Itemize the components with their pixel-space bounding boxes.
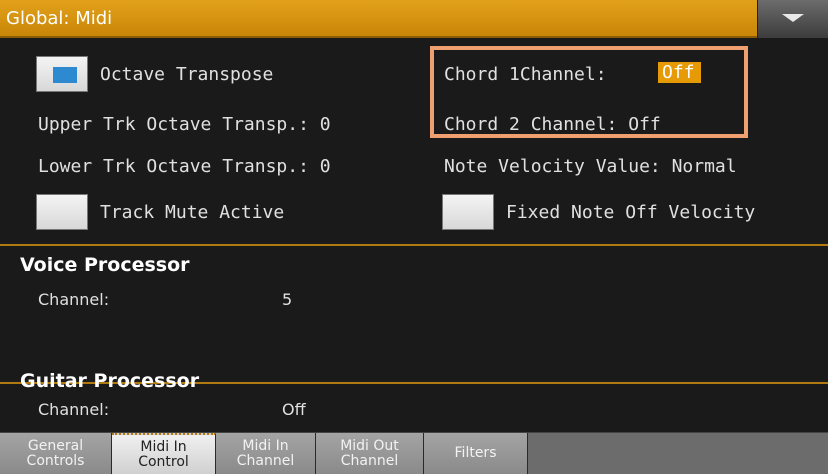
- guitar-processor-channel-label: Channel:: [38, 400, 110, 419]
- fixed-note-off-checkbox[interactable]: [442, 194, 494, 230]
- guitar-processor-channel-value[interactable]: Off: [282, 400, 306, 419]
- page-title: Global: Midi: [6, 8, 113, 29]
- tab-label: Filters: [454, 445, 497, 461]
- tab-bar: General Controls Midi In Control Midi In…: [0, 432, 828, 474]
- voice-processor-channel-label: Channel:: [38, 290, 110, 309]
- page-menu-button[interactable]: [757, 0, 828, 38]
- tab-label: General Controls: [26, 437, 85, 469]
- guitar-processor-panel: Guitar Processor Channel: Off: [0, 370, 828, 432]
- voice-processor-panel: Voice Processor Channel: 5: [0, 244, 828, 380]
- tab-midi-in-channel[interactable]: Midi In Channel: [216, 433, 316, 474]
- tab-midi-out-channel[interactable]: Midi Out Channel: [316, 433, 424, 474]
- voice-processor-title: Voice Processor: [20, 254, 190, 276]
- tab-label: Midi In Control: [138, 438, 189, 470]
- upper-trk-octave-transp[interactable]: Upper Trk Octave Transp.: 0: [38, 114, 331, 135]
- octave-transpose-label: Octave Transpose: [100, 64, 274, 85]
- note-velocity-field[interactable]: Note Velocity Value: Normal: [444, 156, 737, 177]
- chord1-channel-label: Chord 1Channel:: [444, 64, 607, 85]
- track-mute-checkbox[interactable]: [36, 194, 88, 230]
- octave-transpose-checkbox[interactable]: [36, 56, 88, 92]
- chord2-channel-field[interactable]: Chord 2 Channel: Off: [444, 114, 661, 135]
- checkbox-checked-mark: [53, 67, 77, 83]
- tab-filters[interactable]: Filters: [424, 433, 528, 474]
- fixed-note-off-label: Fixed Note Off Velocity: [506, 202, 756, 223]
- general-settings-panel: Octave Transpose Upper Trk Octave Transp…: [0, 38, 828, 242]
- chord1-channel-value[interactable]: Off: [658, 62, 701, 83]
- lower-trk-octave-transp[interactable]: Lower Trk Octave Transp.: 0: [38, 156, 331, 177]
- triangle-down-icon: [782, 14, 804, 22]
- tab-midi-in-control[interactable]: Midi In Control: [112, 433, 216, 474]
- track-mute-label: Track Mute Active: [100, 202, 285, 223]
- tab-general-controls[interactable]: General Controls: [0, 433, 112, 474]
- title-bar: Global: Midi: [0, 0, 828, 38]
- tab-label: Midi In Channel: [236, 437, 295, 469]
- tab-label: Midi Out Channel: [340, 437, 399, 469]
- voice-processor-channel-value[interactable]: 5: [282, 290, 292, 309]
- guitar-processor-title: Guitar Processor: [20, 370, 200, 392]
